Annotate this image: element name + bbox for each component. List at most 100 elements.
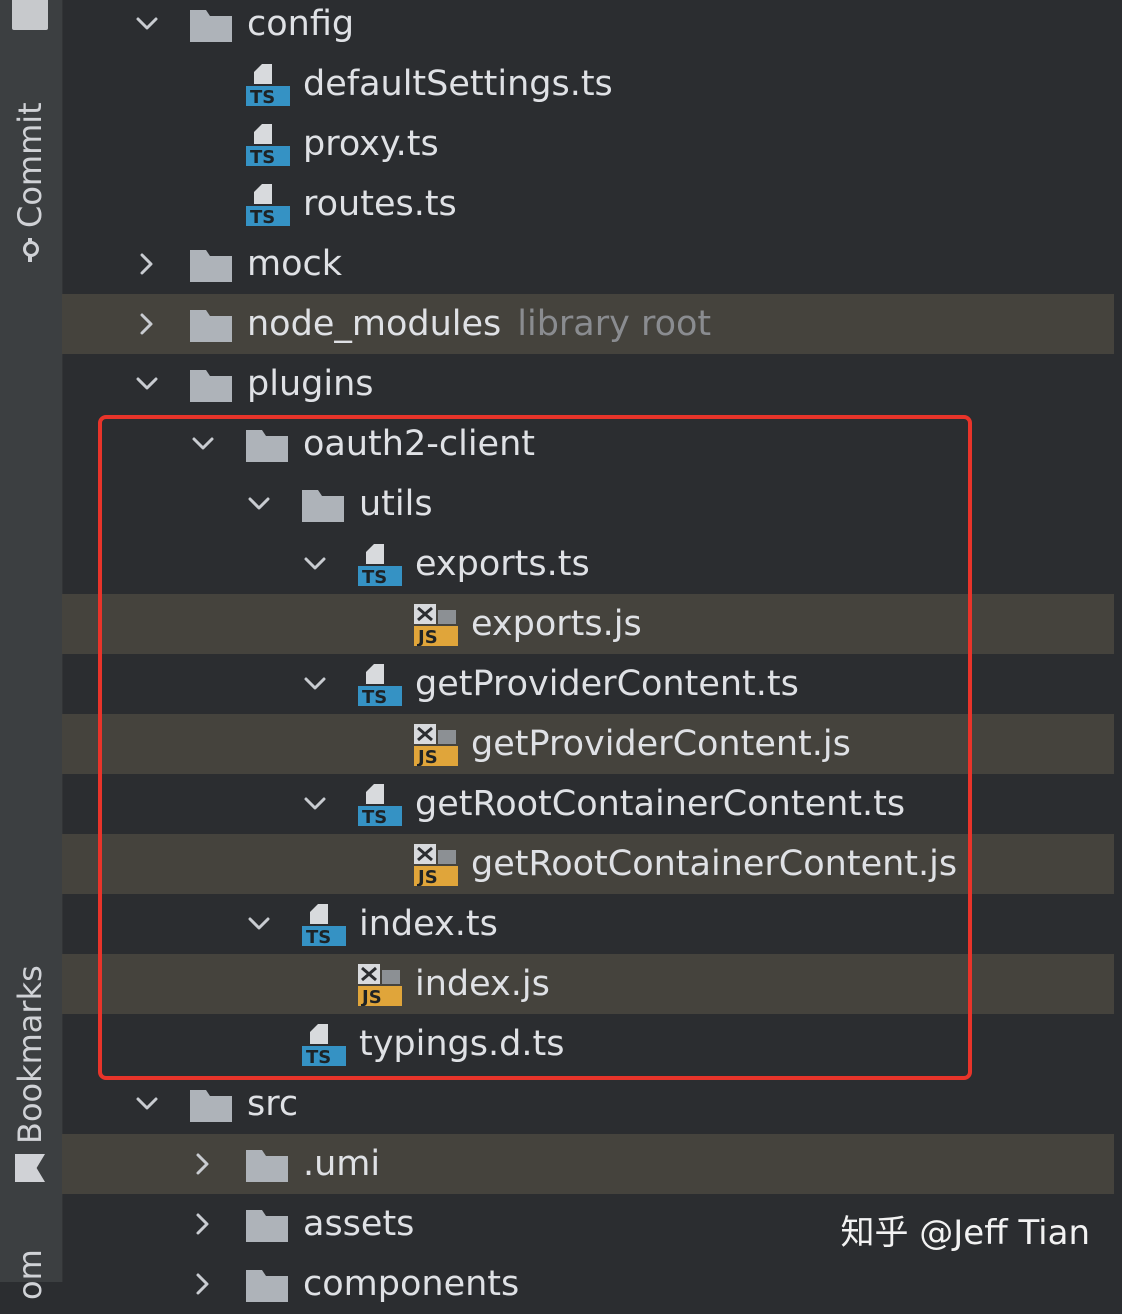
chevron-down-icon[interactable]	[244, 489, 274, 519]
tree-file-row[interactable]: JS index.js	[62, 954, 1114, 1014]
chevron-right-icon[interactable]	[188, 1209, 218, 1239]
typescript-file-icon: TS	[244, 62, 292, 108]
chevron-down-icon[interactable]	[188, 429, 218, 459]
tree-item-text: mock	[247, 234, 342, 294]
folder-icon	[244, 1262, 292, 1306]
tree-folder-row[interactable]: oauth2-client	[62, 414, 1114, 474]
chevron-right-icon[interactable]	[188, 1269, 218, 1299]
typescript-file-icon: TS	[300, 902, 348, 948]
tree-item-label: exports.ts	[415, 544, 590, 584]
tree-file-row[interactable]: JS exports.js	[62, 594, 1114, 654]
tree-item-label: getRootContainerContent.js	[471, 844, 958, 884]
commit-tab-label: Commit	[11, 102, 49, 228]
tree-item-text: getRootContainerContent.js	[471, 834, 957, 894]
tree-item-text: index.js	[415, 954, 550, 1014]
chevron-down-icon[interactable]	[300, 669, 330, 699]
tree-item-text: oauth2-client	[303, 414, 535, 474]
tree-folder-row[interactable]: src	[62, 1074, 1114, 1134]
tree-item-label: proxy.ts	[303, 124, 439, 164]
tree-item-label: config	[247, 4, 355, 44]
bookmarks-tab-label: Bookmarks	[11, 965, 49, 1144]
tree-file-row[interactable]: TS typings.d.ts	[62, 1014, 1114, 1074]
tree-item-text: getProviderContent.ts	[415, 654, 799, 714]
chevron-down-icon[interactable]	[300, 789, 330, 819]
folder-icon	[188, 362, 236, 406]
svg-text:JS: JS	[360, 987, 382, 1006]
folder-icon	[244, 422, 292, 466]
tree-item-label: index.ts	[359, 904, 498, 944]
chevron-right-icon[interactable]	[188, 1149, 218, 1179]
folder-icon	[244, 1202, 292, 1246]
tree-file-row[interactable]: TS defaultSettings.ts	[62, 54, 1114, 114]
tree-folder-row[interactable]: plugins	[62, 354, 1114, 414]
tree-item-label: oauth2-client	[303, 424, 535, 464]
tree-item-label: getProviderContent.js	[471, 724, 851, 764]
tree-item-text: defaultSettings.ts	[303, 54, 613, 114]
tree-file-row[interactable]: TS getRootContainerContent.ts	[62, 774, 1114, 834]
svg-text:TS: TS	[362, 687, 387, 706]
bookmarks-tool-tab[interactable]: Bookmarks	[11, 965, 49, 1182]
tree-file-row[interactable]: JS getProviderContent.js	[62, 714, 1114, 774]
typescript-file-icon: TS	[356, 782, 404, 828]
tree-file-row[interactable]: TS proxy.ts	[62, 114, 1114, 174]
structure-tool-tab[interactable]: om	[11, 1249, 49, 1300]
folder-icon	[188, 242, 236, 286]
tree-item-text: exports.ts	[415, 534, 590, 594]
typescript-file-icon: TS	[300, 1022, 348, 1068]
bookmark-icon	[15, 1154, 45, 1182]
project-tree[interactable]: config TS defaultSettings.ts TS proxy.ts TS ro…	[62, 0, 1114, 1314]
chevron-down-icon[interactable]	[132, 369, 162, 399]
tree-item-hint: library root	[517, 304, 712, 344]
svg-text:TS: TS	[250, 207, 275, 226]
svg-text:TS: TS	[306, 927, 331, 946]
chevron-right-icon[interactable]	[132, 249, 162, 279]
watermark: 知乎 @Jeff Tian	[840, 1213, 1090, 1253]
tree-folder-row[interactable]: .umi	[62, 1134, 1114, 1194]
left-tool-strip: Commit Bookmarks om	[0, 0, 63, 1300]
tree-item-label: components	[303, 1264, 520, 1304]
tree-item-text: getProviderContent.js	[471, 714, 851, 774]
tree-item-text: utils	[359, 474, 433, 534]
tree-item-label: plugins	[247, 364, 374, 404]
tree-item-text: components	[303, 1254, 519, 1314]
tree-item-text: routes.ts	[303, 174, 457, 234]
chevron-down-icon[interactable]	[132, 9, 162, 39]
tree-item-label: utils	[359, 484, 433, 524]
tree-file-row[interactable]: TS index.ts	[62, 894, 1114, 954]
chevron-right-icon[interactable]	[132, 309, 162, 339]
svg-text:TS: TS	[362, 567, 387, 586]
tree-folder-row[interactable]: mock	[62, 234, 1114, 294]
tree-item-label: index.js	[415, 964, 550, 1004]
tree-folder-row[interactable]: components	[62, 1254, 1114, 1314]
chevron-down-icon[interactable]	[300, 549, 330, 579]
javascript-file-icon: JS	[412, 842, 460, 888]
tree-item-label: assets	[303, 1204, 415, 1244]
chevron-down-icon[interactable]	[132, 1089, 162, 1119]
tree-item-label: src	[247, 1084, 299, 1124]
tree-folder-row[interactable]: utils	[62, 474, 1114, 534]
svg-text:JS: JS	[416, 747, 438, 766]
tree-item-text: exports.js	[471, 594, 642, 654]
tree-item-label: typings.d.ts	[359, 1024, 565, 1064]
structure-tab-label: om	[11, 1249, 49, 1300]
svg-text:JS: JS	[416, 627, 438, 646]
tree-item-text: config	[247, 0, 354, 54]
tree-file-row[interactable]: TS getProviderContent.ts	[62, 654, 1114, 714]
tree-item-text: getRootContainerContent.ts	[415, 774, 905, 834]
tree-item-text: plugins	[247, 354, 373, 414]
typescript-file-icon: TS	[356, 542, 404, 588]
tree-file-row[interactable]: TS routes.ts	[62, 174, 1114, 234]
chevron-down-icon[interactable]	[244, 909, 274, 939]
tree-folder-row[interactable]: node_modules library root	[62, 294, 1114, 354]
javascript-file-icon: JS	[412, 602, 460, 648]
typescript-file-icon: TS	[244, 122, 292, 168]
typescript-file-icon: TS	[244, 182, 292, 228]
commit-tool-tab[interactable]: Commit	[11, 102, 49, 262]
tree-item-label: getProviderContent.ts	[415, 664, 799, 704]
project-folder-icon[interactable]	[12, 0, 48, 30]
tree-item-label: node_modules	[247, 304, 502, 344]
tree-folder-row[interactable]: config	[62, 0, 1114, 54]
tree-file-row[interactable]: JS getRootContainerContent.js	[62, 834, 1114, 894]
tree-item-text: assets	[303, 1194, 414, 1254]
tree-file-row[interactable]: TS exports.ts	[62, 534, 1114, 594]
